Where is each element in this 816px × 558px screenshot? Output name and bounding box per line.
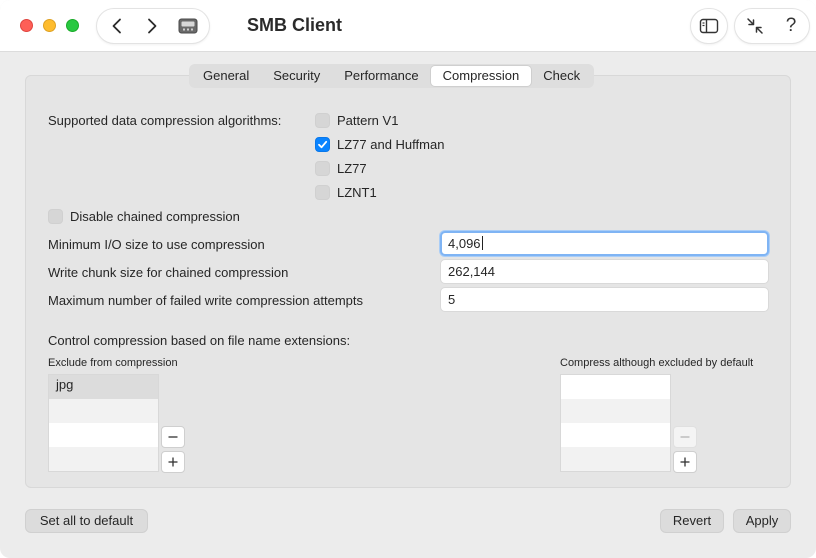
chunk-size-value: 262,144 xyxy=(448,264,495,279)
tab-general[interactable]: General xyxy=(191,66,261,86)
window-title: SMB Client xyxy=(247,15,343,35)
minus-icon xyxy=(168,436,178,438)
checkbox-label-lznt1: LZNT1 xyxy=(337,185,377,200)
tab-bar: General Security Performance Compression… xyxy=(189,64,595,88)
checkbox-label-lz77-huffman: LZ77 and Huffman xyxy=(337,137,445,152)
zoom-window-button[interactable] xyxy=(66,19,79,32)
list-item-empty xyxy=(49,399,158,423)
minus-icon xyxy=(680,436,690,438)
include-list-label: Compress although excluded by default xyxy=(560,357,754,369)
exclude-remove-button[interactable] xyxy=(161,426,185,448)
tab-compression[interactable]: Compression xyxy=(430,66,532,86)
plus-icon xyxy=(168,457,178,467)
checkmark-icon xyxy=(318,140,328,149)
min-io-size-label: Minimum I/O size to use compression xyxy=(48,237,265,252)
include-remove-button[interactable] xyxy=(673,426,697,448)
checkbox-disable-chained[interactable] xyxy=(48,209,63,224)
list-item-empty xyxy=(49,423,158,447)
algorithms-label: Supported data compression algorithms: xyxy=(48,113,282,128)
exclude-add-button[interactable] xyxy=(161,451,185,473)
minimize-window-button[interactable] xyxy=(43,19,56,32)
chunk-size-field[interactable]: 262,144 xyxy=(440,259,769,284)
min-io-size-value: 4,096 xyxy=(448,236,481,251)
failed-attempts-value: 5 xyxy=(448,292,456,307)
failed-attempts-field[interactable]: 5 xyxy=(440,287,769,312)
checkbox-label-disable-chained: Disable chained compression xyxy=(70,209,240,224)
exclude-list-label: Exclude from compression xyxy=(48,357,178,369)
forward-button[interactable] xyxy=(135,9,169,43)
chevron-right-icon xyxy=(148,18,157,34)
text-caret xyxy=(481,236,483,250)
list-item-empty xyxy=(561,447,670,471)
close-window-button[interactable] xyxy=(20,19,33,32)
checkbox-label-lz77: LZ77 xyxy=(337,161,367,176)
tab-security[interactable]: Security xyxy=(261,66,332,86)
checkbox-label-pattern-v1: Pattern V1 xyxy=(337,113,399,128)
app-icon-button[interactable] xyxy=(171,9,205,43)
exclude-list[interactable]: jpg xyxy=(48,374,159,472)
revert-button[interactable]: Revert xyxy=(660,509,724,533)
app-window: SMB Client ? General Security Performanc… xyxy=(0,0,816,558)
failed-attempts-label: Maximum number of failed write compressi… xyxy=(48,293,364,308)
smb-drive-icon xyxy=(178,18,198,34)
extensions-label: Control compression based on file name e… xyxy=(48,333,351,348)
collapse-button[interactable] xyxy=(737,9,773,43)
set-all-default-button[interactable]: Set all to default xyxy=(25,509,148,533)
min-io-size-field[interactable]: 4,096 xyxy=(440,231,769,256)
sidebar-icon xyxy=(699,18,719,34)
tab-check[interactable]: Check xyxy=(531,66,592,86)
checkbox-lz77[interactable] xyxy=(315,161,330,176)
checkbox-lz77-huffman[interactable] xyxy=(315,137,330,152)
list-item-empty xyxy=(49,447,158,471)
plus-icon xyxy=(680,457,690,467)
help-button[interactable]: ? xyxy=(773,9,809,43)
back-button[interactable] xyxy=(100,9,134,43)
tab-performance[interactable]: Performance xyxy=(332,66,430,86)
checkbox-pattern-v1[interactable] xyxy=(315,113,330,128)
navigation-group xyxy=(96,8,210,44)
chunk-size-label: Write chunk size for chained compression xyxy=(48,265,289,280)
list-item-empty xyxy=(561,399,670,423)
arrows-collapse-icon xyxy=(747,18,763,34)
list-item[interactable]: jpg xyxy=(49,375,158,399)
include-add-button[interactable] xyxy=(673,451,697,473)
toggle-sidebar-button[interactable] xyxy=(690,8,728,44)
include-list[interactable] xyxy=(560,374,671,472)
list-item-empty xyxy=(561,375,670,399)
titlebar: SMB Client ? xyxy=(0,0,816,52)
apply-button[interactable]: Apply xyxy=(733,509,791,533)
chevron-left-icon xyxy=(112,18,121,34)
list-item-empty xyxy=(561,423,670,447)
checkbox-lznt1[interactable] xyxy=(315,185,330,200)
window-actions-group: ? xyxy=(734,8,810,44)
help-icon: ? xyxy=(785,15,797,36)
